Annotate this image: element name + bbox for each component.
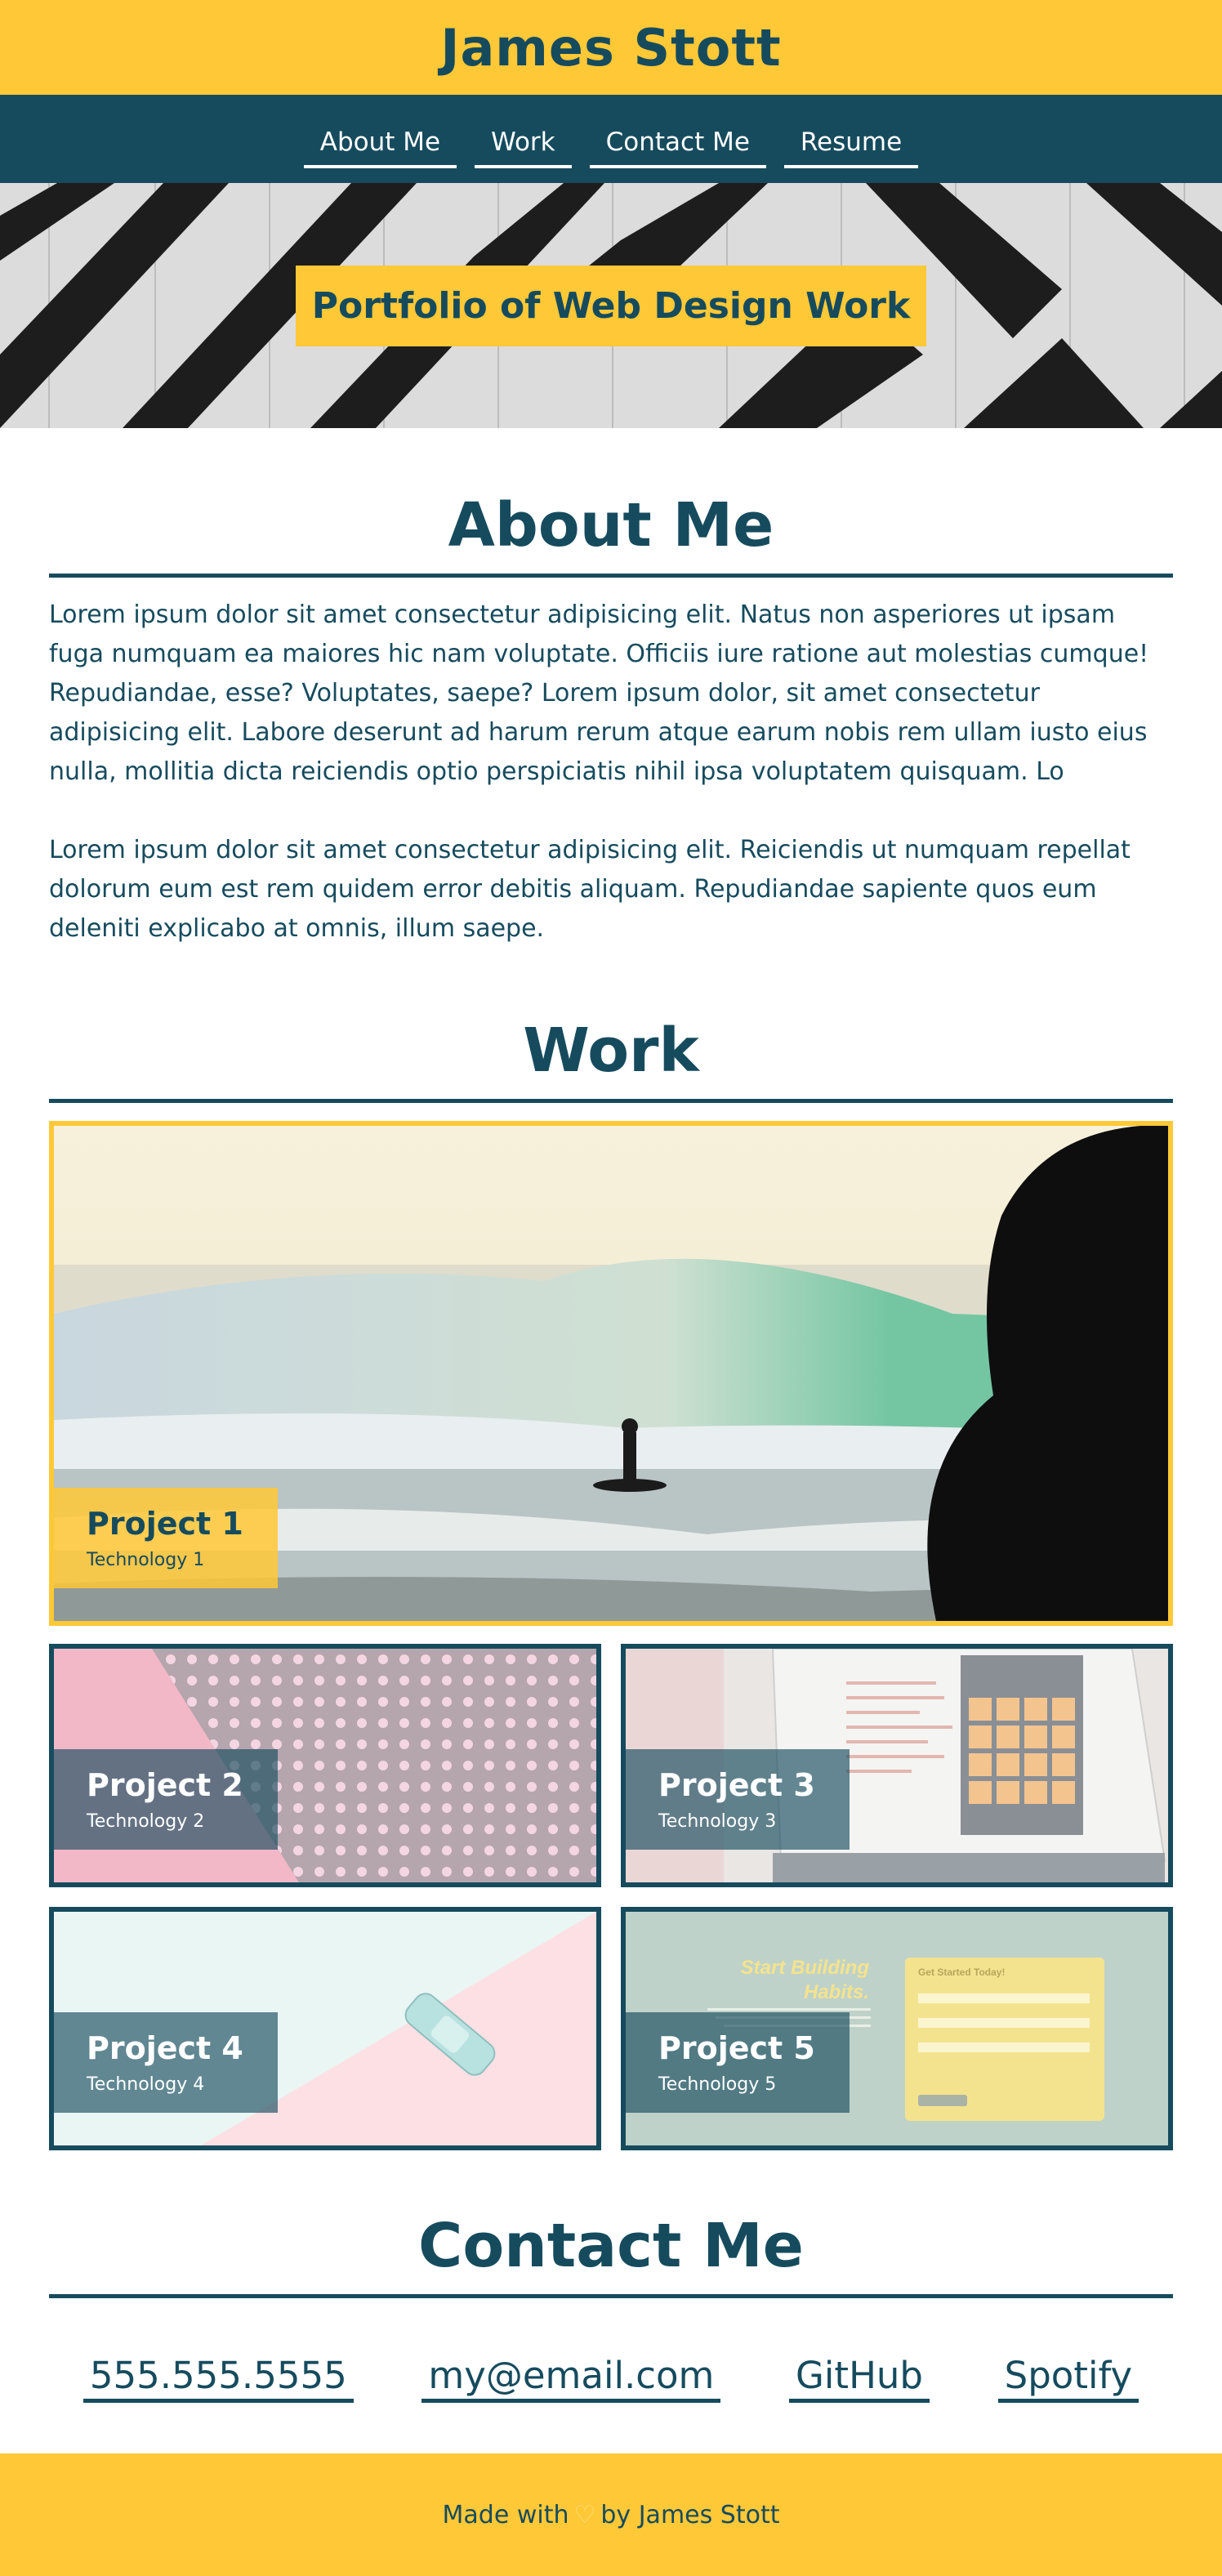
project-5-label: Project 5 Technology 5 xyxy=(626,2012,850,2113)
work-section: Work Project 1 Technology 1 Project 2 Te… xyxy=(49,949,1173,2150)
project-2-label: Project 2 Technology 2 xyxy=(54,1749,278,1850)
nav-link-resume[interactable]: Resume xyxy=(783,127,919,168)
project-5-tech: Technology 5 xyxy=(658,2074,777,2095)
footer-suffix: by James Stott xyxy=(600,2500,780,2529)
project-3-name: Project 3 xyxy=(658,1767,815,1803)
nav-link-work[interactable]: Work xyxy=(475,127,572,168)
contact-spotify-link[interactable]: Spotify xyxy=(997,2354,1139,2403)
project-1-tech: Technology 1 xyxy=(87,1550,205,1570)
project-3-tech: Technology 3 xyxy=(658,1811,777,1832)
project-card-5[interactable]: Start Building Habits. Get Started Today… xyxy=(621,1907,1173,2150)
nav-link-about[interactable]: About Me xyxy=(303,127,457,168)
about-divider xyxy=(49,574,1173,578)
project-grid: Project 2 Technology 2 Project 3 Technol… xyxy=(49,1644,1173,2150)
site-footer: Made with ♡ by James Stott xyxy=(0,2453,1222,2576)
about-section: About Me Lorem ipsum dolor sit amet cons… xyxy=(49,428,1173,949)
project-1-label: Project 1 Technology 1 xyxy=(54,1488,278,1588)
project-4-label: Project 4 Technology 4 xyxy=(54,2012,278,2113)
project-3-label: Project 3 Technology 3 xyxy=(626,1749,850,1850)
project-card-4[interactable]: Project 4 Technology 4 xyxy=(49,1907,601,2150)
nav-link-contact[interactable]: Contact Me xyxy=(589,127,766,168)
footer-prefix: Made with xyxy=(442,2500,569,2529)
project-card-2[interactable]: Project 2 Technology 2 xyxy=(49,1644,601,1887)
work-title: Work xyxy=(523,1016,699,1086)
work-divider xyxy=(49,1099,1173,1103)
contact-phone-link[interactable]: 555.555.5555 xyxy=(83,2354,354,2403)
contact-title: Contact Me xyxy=(418,2211,804,2281)
contact-github-link[interactable]: GitHub xyxy=(789,2354,930,2403)
contact-divider xyxy=(49,2294,1173,2298)
hero: Portfolio of Web Design Work xyxy=(0,183,1222,428)
main-nav: About Me Work Contact Me Resume xyxy=(0,95,1222,183)
project-2-tech: Technology 2 xyxy=(87,1811,205,1832)
project-2-name: Project 2 xyxy=(87,1767,243,1803)
project-5-name: Project 5 xyxy=(658,2030,815,2066)
contact-links: 555.555.5555 my@email.com GitHub Spotify xyxy=(49,2321,1173,2403)
contact-email-link[interactable]: my@email.com xyxy=(421,2354,721,2403)
hero-banner: Portfolio of Web Design Work xyxy=(295,265,927,346)
heart-icon: ♡ xyxy=(573,2500,596,2529)
site-title: James Stott xyxy=(440,17,782,78)
project-5-headline-1: Start Building xyxy=(741,1957,870,1979)
project-4-name: Project 4 xyxy=(87,2030,243,2066)
project-card-1[interactable]: Project 1 Technology 1 xyxy=(49,1121,1173,1626)
about-paragraph-1: Lorem ipsum dolor sit amet consectetur a… xyxy=(49,600,1149,786)
about-title: About Me xyxy=(448,490,774,560)
project-5-headline-2: Habits. xyxy=(804,1981,869,2003)
contact-section: Contact Me 555.555.5555 my@email.com Git… xyxy=(49,2150,1173,2403)
project-1-name: Project 1 xyxy=(87,1506,243,1542)
about-paragraph-2: Lorem ipsum dolor sit amet consectetur a… xyxy=(49,836,1131,943)
site-header: James Stott xyxy=(0,0,1222,95)
project-4-tech: Technology 4 xyxy=(87,2074,205,2095)
project-card-3[interactable]: Project 3 Technology 3 xyxy=(621,1644,1173,1887)
project-5-form-title: Get Started Today! xyxy=(918,1967,1005,1978)
